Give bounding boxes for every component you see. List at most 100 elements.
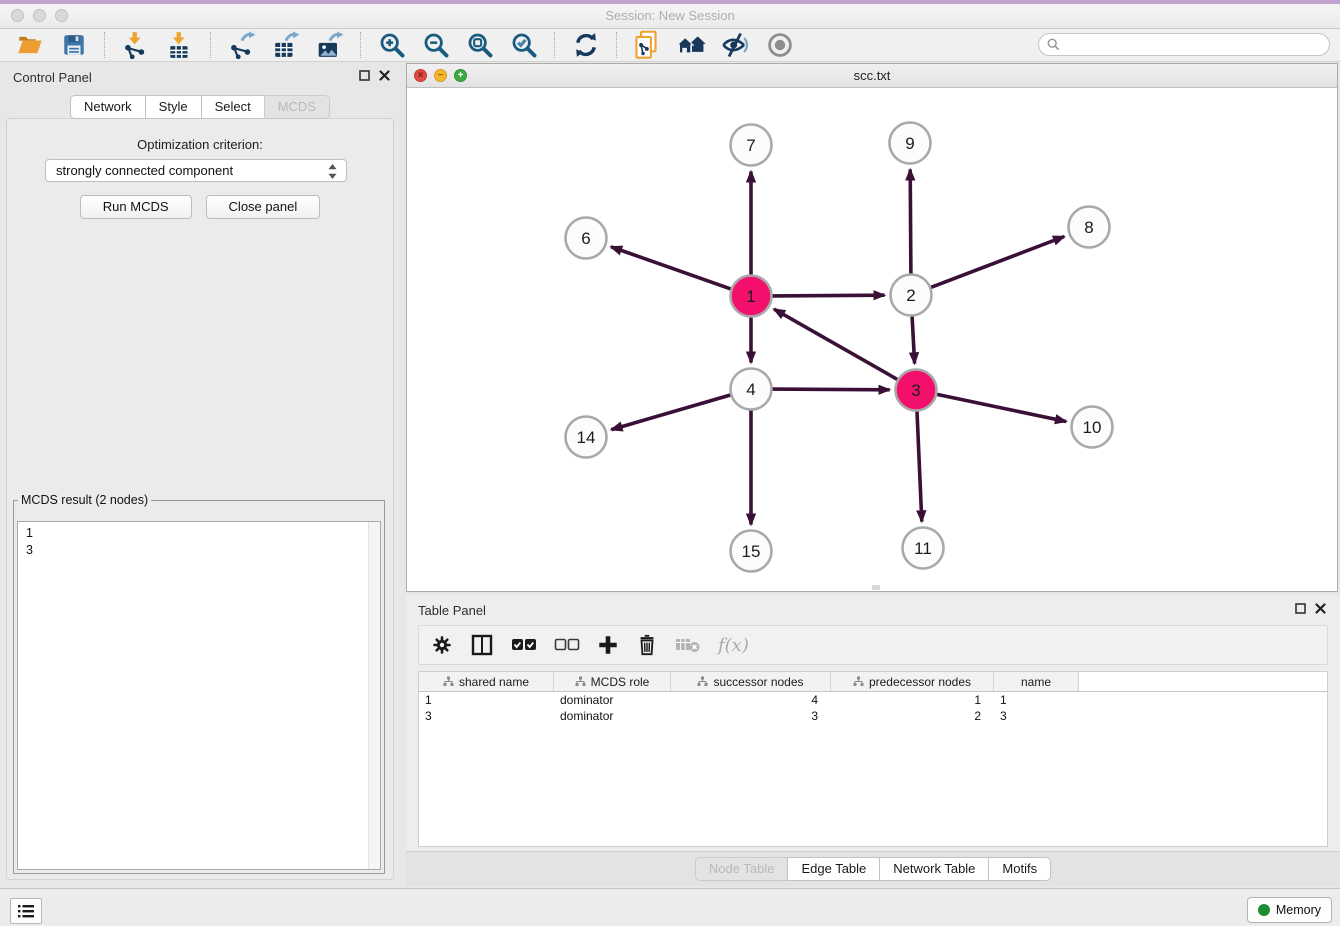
graph-node-9[interactable]: 9: [890, 123, 931, 164]
network-canvas[interactable]: 1 2 3 4 6 7 8 9 10 11 14 15: [407, 88, 1337, 591]
graph-node-11[interactable]: 11: [903, 528, 944, 569]
edge-1-2[interactable]: [773, 295, 885, 296]
tab-edge-table[interactable]: Edge Table: [787, 857, 880, 881]
export-table-icon[interactable]: [269, 30, 303, 60]
memory-label: Memory: [1276, 903, 1321, 917]
close-table-panel-icon[interactable]: [1315, 603, 1326, 614]
column-header-successor-nodes[interactable]: successor nodes: [671, 672, 831, 691]
window-title: Session: New Session: [0, 8, 1340, 23]
svg-text:2: 2: [906, 286, 915, 305]
export-image-icon[interactable]: [313, 30, 347, 60]
import-table-icon[interactable]: [163, 30, 197, 60]
graph-node-10[interactable]: 10: [1072, 407, 1113, 448]
cell-predecessor-nodes[interactable]: 1: [831, 692, 994, 708]
graph-node-2[interactable]: 2: [891, 275, 932, 316]
graph-node-4[interactable]: 4: [731, 369, 772, 410]
edge-3-11[interactable]: [917, 412, 922, 522]
graph-node-15[interactable]: 15: [731, 531, 772, 572]
svg-text:10: 10: [1083, 418, 1102, 437]
float-table-panel-icon[interactable]: [1295, 603, 1306, 614]
toolbar-separator: [554, 32, 556, 58]
open-session-icon[interactable]: [13, 30, 47, 60]
duplicate-network-icon[interactable]: [631, 30, 665, 60]
tab-node-table[interactable]: Node Table: [695, 857, 789, 881]
tab-style[interactable]: Style: [145, 95, 202, 119]
network-window-titlebar[interactable]: × − + scc.txt: [407, 64, 1337, 88]
zoom-in-icon[interactable]: [375, 30, 409, 60]
select-all-rows-icon[interactable]: [511, 630, 537, 660]
edge-3-10[interactable]: [937, 394, 1066, 421]
result-scrollbar[interactable]: [368, 522, 380, 869]
task-history-button[interactable]: [10, 898, 42, 924]
svg-text:6: 6: [581, 229, 590, 248]
canvas-resize-grip[interactable]: [872, 585, 880, 590]
delete-column-icon[interactable]: [636, 630, 658, 660]
criterion-dropdown[interactable]: strongly connected component: [45, 159, 347, 182]
search-input[interactable]: [1065, 37, 1329, 53]
tab-network[interactable]: Network: [70, 95, 146, 119]
cell-shared-name[interactable]: 3: [419, 708, 554, 724]
zoom-out-icon[interactable]: [419, 30, 453, 60]
table-options-icon[interactable]: [431, 630, 453, 660]
deselect-all-rows-icon[interactable]: [554, 630, 580, 660]
memory-button[interactable]: Memory: [1247, 897, 1332, 923]
export-network-icon[interactable]: [225, 30, 259, 60]
add-column-icon[interactable]: [597, 630, 619, 660]
edge-4-14[interactable]: [611, 395, 730, 430]
cell-shared-name[interactable]: 1: [419, 692, 554, 708]
tab-select[interactable]: Select: [201, 95, 265, 119]
cell-mcds-role[interactable]: dominator: [554, 692, 671, 708]
graph-node-3[interactable]: 3: [896, 370, 937, 411]
tab-mcds[interactable]: MCDS: [264, 95, 330, 119]
edge-2-8[interactable]: [931, 237, 1064, 288]
zoom-fit-icon[interactable]: [463, 30, 497, 60]
edge-4-3[interactable]: [773, 389, 890, 390]
table-row[interactable]: 3dominator323: [419, 708, 1327, 724]
cell-name[interactable]: 3: [994, 708, 1079, 724]
cell-successor-nodes[interactable]: 3: [671, 708, 831, 724]
graph-node-1[interactable]: 1: [731, 276, 772, 317]
edge-2-9[interactable]: [910, 170, 911, 274]
tab-motifs[interactable]: Motifs: [988, 857, 1051, 881]
column-header-shared-name[interactable]: shared name: [419, 672, 554, 691]
graph-node-8[interactable]: 8: [1069, 207, 1110, 248]
home-view-icon[interactable]: [675, 30, 709, 60]
edge-3-1[interactable]: [774, 309, 897, 379]
node-table[interactable]: shared nameMCDS rolesuccessor nodesprede…: [418, 671, 1328, 847]
show-all-icon[interactable]: [763, 30, 797, 60]
graph-node-7[interactable]: 7: [731, 125, 772, 166]
graph-node-14[interactable]: 14: [566, 417, 607, 458]
float-panel-icon[interactable]: [359, 70, 370, 81]
column-header-name[interactable]: name: [994, 672, 1079, 691]
svg-text:9: 9: [905, 134, 914, 153]
list-icon: [17, 904, 35, 919]
optimization-criterion-label: Optimization criterion:: [7, 137, 393, 152]
table-row[interactable]: 1dominator411: [419, 692, 1327, 708]
cell-predecessor-nodes[interactable]: 2: [831, 708, 994, 724]
zoom-selected-icon[interactable]: [507, 30, 541, 60]
cell-successor-nodes[interactable]: 4: [671, 692, 831, 708]
cell-mcds-role[interactable]: dominator: [554, 708, 671, 724]
application-window: Session: New Session: [0, 0, 1340, 926]
search-field[interactable]: [1038, 33, 1330, 56]
column-header-predecessor-nodes[interactable]: predecessor nodes: [831, 672, 994, 691]
close-panel-icon[interactable]: [379, 70, 390, 81]
graph-node-6[interactable]: 6: [566, 218, 607, 259]
edge-1-6[interactable]: [611, 247, 731, 289]
control-panel-tabs: NetworkStyleSelectMCDS: [0, 95, 400, 119]
save-session-icon[interactable]: [57, 30, 91, 60]
hide-selected-icon[interactable]: [719, 30, 753, 60]
close-panel-button[interactable]: Close panel: [206, 195, 321, 219]
table-header-row: shared nameMCDS rolesuccessor nodesprede…: [419, 672, 1327, 692]
cell-name[interactable]: 1: [994, 692, 1079, 708]
delete-table-icon[interactable]: [675, 630, 701, 660]
run-mcds-button[interactable]: Run MCDS: [80, 195, 192, 219]
import-network-icon[interactable]: [119, 30, 153, 60]
tab-network-table[interactable]: Network Table: [879, 857, 989, 881]
column-visibility-icon[interactable]: [470, 630, 494, 660]
toolbar-separator: [360, 32, 362, 58]
column-header-mcds-role[interactable]: MCDS role: [554, 672, 671, 691]
edge-2-3[interactable]: [912, 317, 915, 364]
function-builder-icon[interactable]: f(x): [718, 630, 749, 660]
refresh-view-icon[interactable]: [569, 30, 603, 60]
